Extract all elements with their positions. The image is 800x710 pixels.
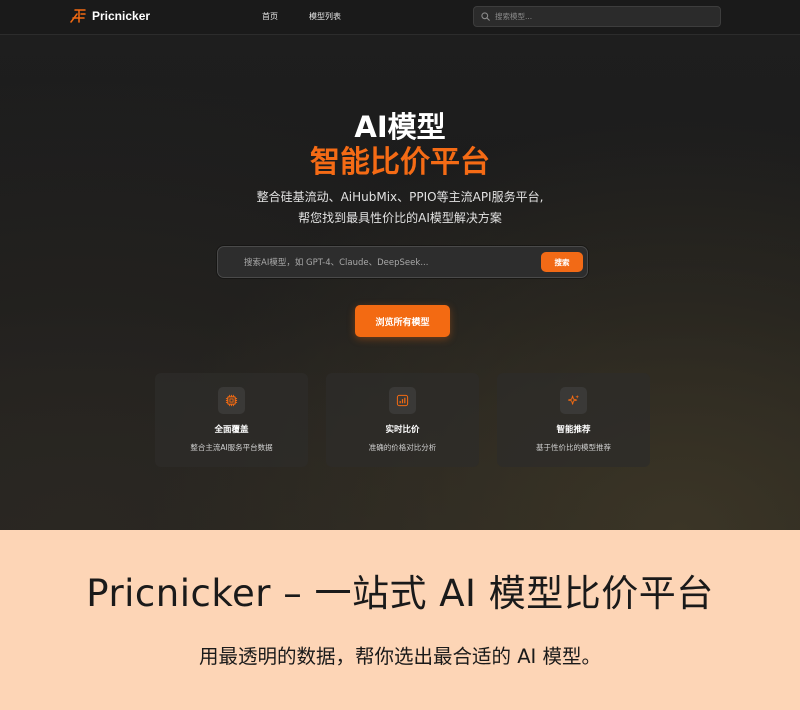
sparkle-icon <box>567 394 580 405</box>
feature-title: 全面覆盖 <box>214 425 249 435</box>
banner-subtitle: 用最透明的数据，帮你选出最合适的 AI 模型。 <box>199 645 601 668</box>
feature-card-recommend: 智能推荐 基于性价比的模型推荐 <box>497 373 650 467</box>
nav-links: 首页 模型列表 <box>262 11 341 22</box>
hero-section: Pricnicker 首页 模型列表 AI模型 智能比价平台 整合硅基流动、Ai… <box>0 0 800 530</box>
hero-search-button[interactable]: 搜索 <box>541 252 583 272</box>
feature-card-coverage: 全面覆盖 整合主流AI服务平台数据 <box>155 373 308 467</box>
feature-card-price-compare: 实时比价 准确的价格对比分析 <box>326 373 479 467</box>
bar-chart-icon <box>396 394 409 407</box>
hero-title-highlight: 智能比价平台 <box>310 145 490 180</box>
hero-search-input[interactable] <box>244 255 534 271</box>
pricnicker-logo-icon <box>70 9 86 23</box>
feature-title: 实时比价 <box>385 425 420 435</box>
nav-search-input[interactable] <box>495 12 695 21</box>
nav-link-home[interactable]: 首页 <box>262 11 278 22</box>
banner-title: Pricnicker – 一站式 AI 模型比价平台 <box>86 572 714 615</box>
hero-subtitle-line2: 帮您找到最具性价比的AI模型解决方案 <box>298 211 502 225</box>
feature-desc: 准确的价格对比分析 <box>368 443 437 452</box>
nav-search-box <box>473 6 721 27</box>
nav-link-models[interactable]: 模型列表 <box>309 11 341 22</box>
chip-icon <box>225 394 238 407</box>
hero-subtitle-line1: 整合硅基流动、AiHubMix、PPIO等主流API服务平台, <box>256 190 544 204</box>
brand-name: Pricnicker <box>92 9 151 23</box>
browse-all-models-button[interactable]: 浏览所有模型 <box>355 305 450 337</box>
feature-title: 智能推荐 <box>556 425 591 435</box>
feature-desc: 整合主流AI服务平台数据 <box>190 443 273 452</box>
promo-banner: Pricnicker – 一站式 AI 模型比价平台 用最透明的数据，帮你选出最… <box>0 530 800 710</box>
hero-search-box: 搜索 <box>217 246 588 278</box>
brand-logo[interactable]: Pricnicker <box>70 9 150 23</box>
search-icon <box>481 12 490 21</box>
feature-desc: 基于性价比的模型推荐 <box>536 443 611 452</box>
navbar: Pricnicker 首页 模型列表 <box>0 0 800 35</box>
